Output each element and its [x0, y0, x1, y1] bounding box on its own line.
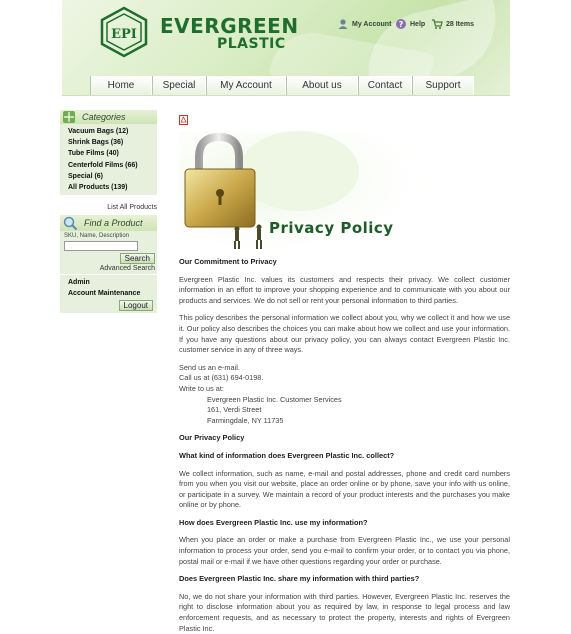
search-input[interactable] — [64, 241, 138, 252]
category-special[interactable]: Special (6) — [68, 171, 157, 182]
cart-icon — [432, 19, 443, 29]
address-line: 161, Verdi Street — [207, 405, 262, 415]
main-nav: Home Special My Account About us Contact… — [90, 76, 474, 95]
sidebar: Categories Vacuum Bags (12) Shrink Bags … — [60, 110, 157, 314]
privacy-policy-banner-title: Privacy Policy — [269, 219, 394, 237]
categories-header: Categories — [60, 110, 157, 124]
grid-icon — [63, 111, 75, 123]
cart-link[interactable]: 28 Items — [431, 18, 474, 30]
policy-text: Our Commitment to Privacy Evergreen Plas… — [179, 257, 510, 634]
logo-text-evergreen[interactable]: EVERGREEN — [160, 14, 299, 38]
paragraph: When you place an order or make a purcha… — [179, 535, 510, 566]
search-button[interactable]: Search — [119, 253, 155, 265]
my-account-link[interactable]: My Account — [337, 18, 391, 30]
advanced-search-link[interactable]: Advanced Search — [64, 265, 155, 272]
category-shrink-bags[interactable]: Shrink Bags (36) — [68, 137, 157, 148]
category-centerfold-films[interactable]: Centerfold Films (66) — [68, 160, 157, 171]
category-all-products[interactable]: All Products (139) — [68, 182, 157, 193]
help-label: Help — [410, 20, 426, 28]
print-pdf-icon[interactable] — [179, 115, 188, 125]
contact-line: Call us at (631) 694-0198. — [179, 373, 264, 383]
admin-link[interactable]: Admin — [68, 277, 153, 288]
question-heading: How does Evergreen Plastic Inc. use my i… — [179, 517, 368, 527]
svg-text:?: ? — [399, 20, 404, 29]
commitment-heading: Our Commitment to Privacy — [179, 257, 277, 266]
nav-support[interactable]: Support — [412, 76, 474, 95]
logout-button[interactable]: Logout — [118, 300, 153, 312]
magnifier-icon — [63, 216, 78, 231]
address-line: Farmingdale, NY 11735 — [207, 415, 284, 425]
address-line: Evergreen Plastic Inc. Customer Services — [207, 394, 342, 404]
categories-title: Categories — [82, 112, 126, 122]
logo-mark-icon[interactable]: EPI — [98, 6, 150, 58]
question-heading: What kind of information does Evergreen … — [179, 450, 395, 460]
question-heading: Does Evergreen Plastic Inc. share my inf… — [179, 574, 420, 584]
paragraph: This policy describes the personal infor… — [179, 313, 510, 355]
nav-contact[interactable]: Contact — [358, 76, 412, 95]
find-product-header: Find a Product — [60, 215, 157, 232]
help-link[interactable]: ? Help — [395, 18, 425, 30]
contact-line: Send us an e-mail. — [179, 362, 240, 372]
list-all-products-link[interactable]: List All Products — [60, 204, 157, 211]
logo-mark-text: EPI — [111, 27, 137, 42]
nav-about-us[interactable]: About us — [286, 76, 358, 95]
find-product-form: SKU, Name, Description Search Advanced S… — [60, 231, 157, 275]
cart-items-label: 28 Items — [446, 20, 475, 28]
nav-home[interactable]: Home — [90, 76, 152, 95]
privacy-banner: Privacy Policy — [179, 131, 429, 251]
paragraph: Evergreen Plastic Inc. values its custom… — [179, 274, 510, 305]
category-vacuum-bags[interactable]: Vacuum Bags (12) — [68, 126, 157, 137]
admin-links: Admin Account Maintenance Logout — [60, 275, 157, 314]
nav-special[interactable]: Special — [152, 76, 206, 95]
nav-my-account[interactable]: My Account — [206, 76, 286, 95]
our-policy-heading: Our Privacy Policy — [179, 433, 245, 443]
help-icon: ? — [396, 19, 406, 29]
category-tube-films[interactable]: Tube Films (40) — [68, 148, 157, 159]
my-account-label: My Account — [352, 20, 392, 28]
logo-text-plastic[interactable]: PLASTIC — [217, 36, 286, 52]
user-icon — [338, 19, 348, 29]
paragraph: We collect information, such as name, e-… — [179, 468, 510, 510]
category-list: Vacuum Bags (12) Shrink Bags (36) Tube F… — [60, 124, 157, 196]
search-field-label: SKU, Name, Description — [64, 233, 130, 240]
paragraph: No, we do not share your information wit… — [179, 591, 510, 633]
account-maintenance-link[interactable]: Account Maintenance — [68, 288, 153, 299]
find-product-title: Find a Product — [84, 218, 143, 229]
main-content: Privacy Policy Our Commitment to Privacy… — [179, 115, 510, 634]
contact-line: Write to us at: — [179, 383, 224, 393]
